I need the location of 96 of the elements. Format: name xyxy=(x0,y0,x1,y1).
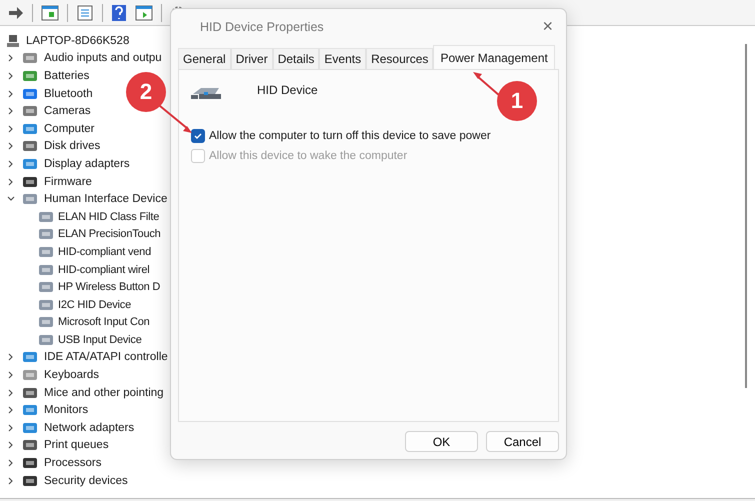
device-icon xyxy=(22,192,38,206)
tree-item[interactable]: ELAN PrecisionTouch xyxy=(58,228,161,240)
tree-item[interactable]: IDE ATA/ATAPI controlle xyxy=(44,351,168,364)
annotation-circle xyxy=(126,72,166,112)
dialog-button[interactable]: OK xyxy=(405,431,478,452)
device-icon xyxy=(22,456,38,470)
checkbox[interactable] xyxy=(191,129,205,143)
device-icon xyxy=(22,174,38,189)
help-icon[interactable] xyxy=(111,4,127,22)
tab[interactable]: Events xyxy=(319,48,366,69)
chevron-right-icon[interactable] xyxy=(7,353,15,362)
computer-icon xyxy=(6,34,20,48)
tree-item[interactable]: Mice and other pointing xyxy=(44,386,164,399)
device-icon xyxy=(22,68,38,83)
device-icon xyxy=(38,244,54,259)
tree-item[interactable]: HP Wireless Button D xyxy=(58,281,160,294)
annotation-number: 2 xyxy=(138,80,154,104)
tree-item[interactable]: Keyboards xyxy=(44,369,99,382)
device-icon xyxy=(22,139,38,154)
panel-icon[interactable] xyxy=(41,4,59,20)
chevron-right-icon[interactable] xyxy=(7,72,15,80)
tree-item[interactable]: Firmware xyxy=(44,176,92,188)
chevron-right-icon[interactable] xyxy=(7,178,15,186)
scrollbar[interactable] xyxy=(745,44,747,388)
tree-item[interactable]: Batteries xyxy=(44,70,90,82)
tree-item[interactable]: Disk drives xyxy=(44,140,100,152)
tab[interactable]: Resources xyxy=(366,48,434,69)
device-name: HID Device xyxy=(257,83,318,97)
device-icon xyxy=(22,122,38,136)
tree-item[interactable]: Security devices xyxy=(44,474,128,487)
tab[interactable]: Driver xyxy=(230,48,273,69)
properties-icon[interactable] xyxy=(76,4,94,20)
chevron-right-icon[interactable] xyxy=(7,441,15,450)
device-icon xyxy=(38,298,54,312)
device-icon xyxy=(22,386,38,400)
dialog-button[interactable]: Cancel xyxy=(486,431,559,452)
checkbox-label: Allow this device to wake the computer xyxy=(209,150,408,162)
chevron-right-icon[interactable] xyxy=(7,459,15,468)
device-icon xyxy=(22,403,38,418)
chevron-right-icon[interactable] xyxy=(7,371,15,380)
chevron-right-icon[interactable] xyxy=(7,107,15,116)
tree-item[interactable]: I2C HID Device xyxy=(58,298,131,311)
tree-item[interactable]: Cameras xyxy=(44,105,91,118)
tree-item[interactable]: ELAN HID Class Filte xyxy=(58,210,160,223)
tree-item[interactable]: Bluetooth xyxy=(44,88,93,100)
arrow xyxy=(473,72,501,97)
tree-item[interactable]: Network adapters xyxy=(44,422,134,434)
chevron-right-icon[interactable] xyxy=(7,476,15,485)
device-icon xyxy=(38,280,54,294)
device-icon xyxy=(38,315,54,330)
device-icon xyxy=(22,420,38,435)
device-icon xyxy=(22,350,38,364)
device-icon xyxy=(22,104,38,118)
tab[interactable]: Power Management xyxy=(433,45,555,69)
annotation-circle xyxy=(497,81,537,121)
tab[interactable]: General xyxy=(178,48,231,69)
tree-item[interactable]: Monitors xyxy=(44,404,88,416)
chevron-right-icon[interactable] xyxy=(7,160,15,168)
check-icon xyxy=(193,131,203,141)
chevron-right-icon[interactable] xyxy=(7,424,15,432)
tree-item[interactable]: USB Input Device xyxy=(58,334,142,346)
device-icon xyxy=(38,332,54,347)
checkbox-label: Allow the computer to turn off this device to save power xyxy=(209,130,491,142)
device-icon xyxy=(22,438,38,452)
chevron-down-icon[interactable] xyxy=(7,195,15,204)
device-icon xyxy=(22,474,38,488)
annotation-number: 1 xyxy=(510,89,524,113)
chevron-right-icon[interactable] xyxy=(7,388,15,397)
forward-arrow-icon[interactable] xyxy=(8,6,24,20)
tree-item[interactable]: Processors xyxy=(44,457,102,470)
tab[interactable]: Details xyxy=(272,48,320,69)
device-icon xyxy=(38,227,54,242)
chevron-right-icon[interactable] xyxy=(7,124,15,133)
tree-item[interactable]: LAPTOP-8D66K528 xyxy=(26,34,130,47)
device-icon xyxy=(22,156,38,171)
tree-item[interactable]: Microsoft Input Con xyxy=(58,316,150,328)
arrow xyxy=(159,105,192,133)
tree-item[interactable]: HID-compliant wirel xyxy=(58,264,150,276)
tree-item[interactable]: Computer xyxy=(44,122,94,135)
tree-item[interactable]: Human Interface Device xyxy=(44,193,168,206)
chevron-right-icon[interactable] xyxy=(7,142,15,150)
close-button[interactable]: × xyxy=(536,16,559,36)
chevron-right-icon[interactable] xyxy=(7,406,15,414)
panel-icon[interactable] xyxy=(135,4,153,20)
tree-item[interactable]: Audio inputs and outpu xyxy=(44,52,162,64)
chevron-right-icon[interactable] xyxy=(7,54,15,62)
device-icon xyxy=(22,368,38,382)
tree-item[interactable]: HID-compliant vend xyxy=(58,246,151,258)
tree-item[interactable]: Print queues xyxy=(44,439,109,452)
chevron-right-icon[interactable] xyxy=(7,90,15,98)
device-icon xyxy=(22,51,38,66)
device-icon xyxy=(38,262,54,277)
device-icon xyxy=(38,210,54,224)
device-icon xyxy=(22,86,38,101)
window-title: HID Device Properties xyxy=(200,20,324,34)
tree-item[interactable]: Display adapters xyxy=(44,158,130,170)
